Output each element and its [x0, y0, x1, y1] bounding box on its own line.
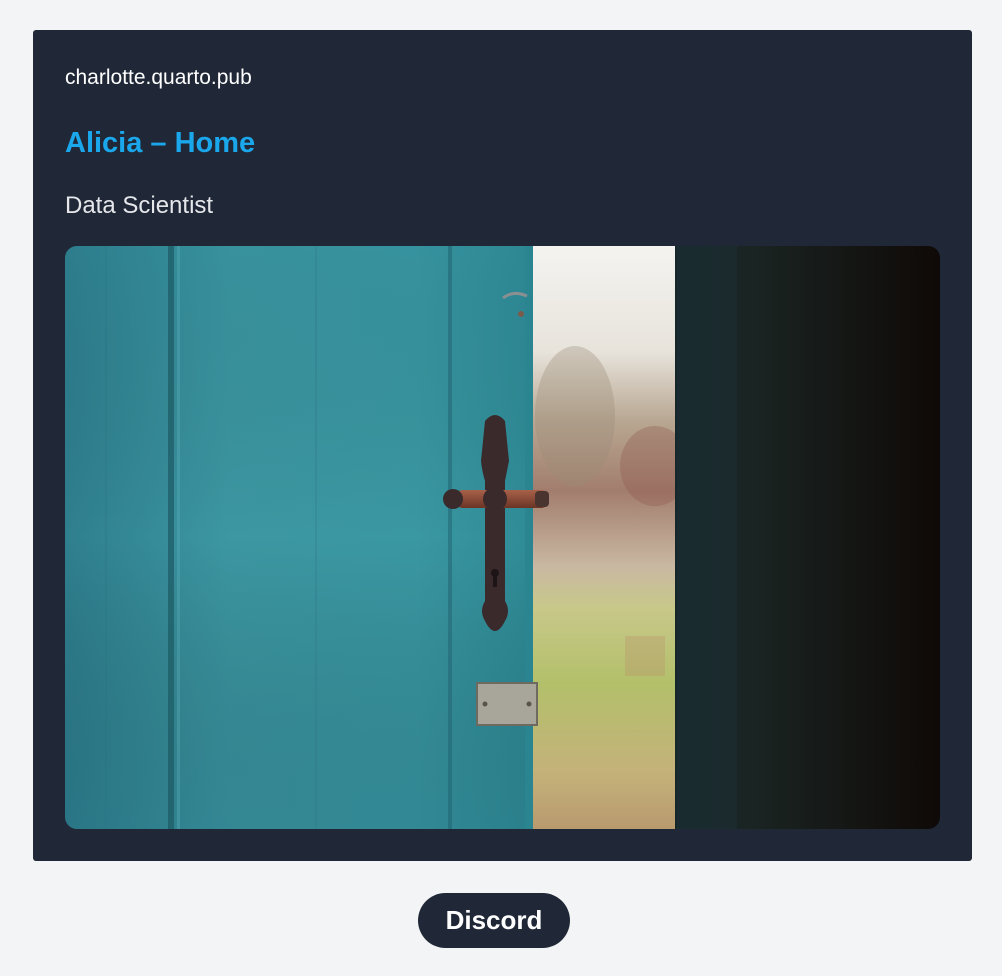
page-title[interactable]: Alicia – Home: [65, 125, 255, 161]
discord-button[interactable]: Discord: [418, 893, 570, 948]
site-url[interactable]: charlotte.quarto.pub: [65, 64, 252, 92]
open-door-photo: [65, 246, 940, 829]
page-subtitle: Data Scientist: [65, 192, 214, 219]
site-card: charlotte.quarto.pub Alicia – Home Data …: [33, 30, 972, 861]
